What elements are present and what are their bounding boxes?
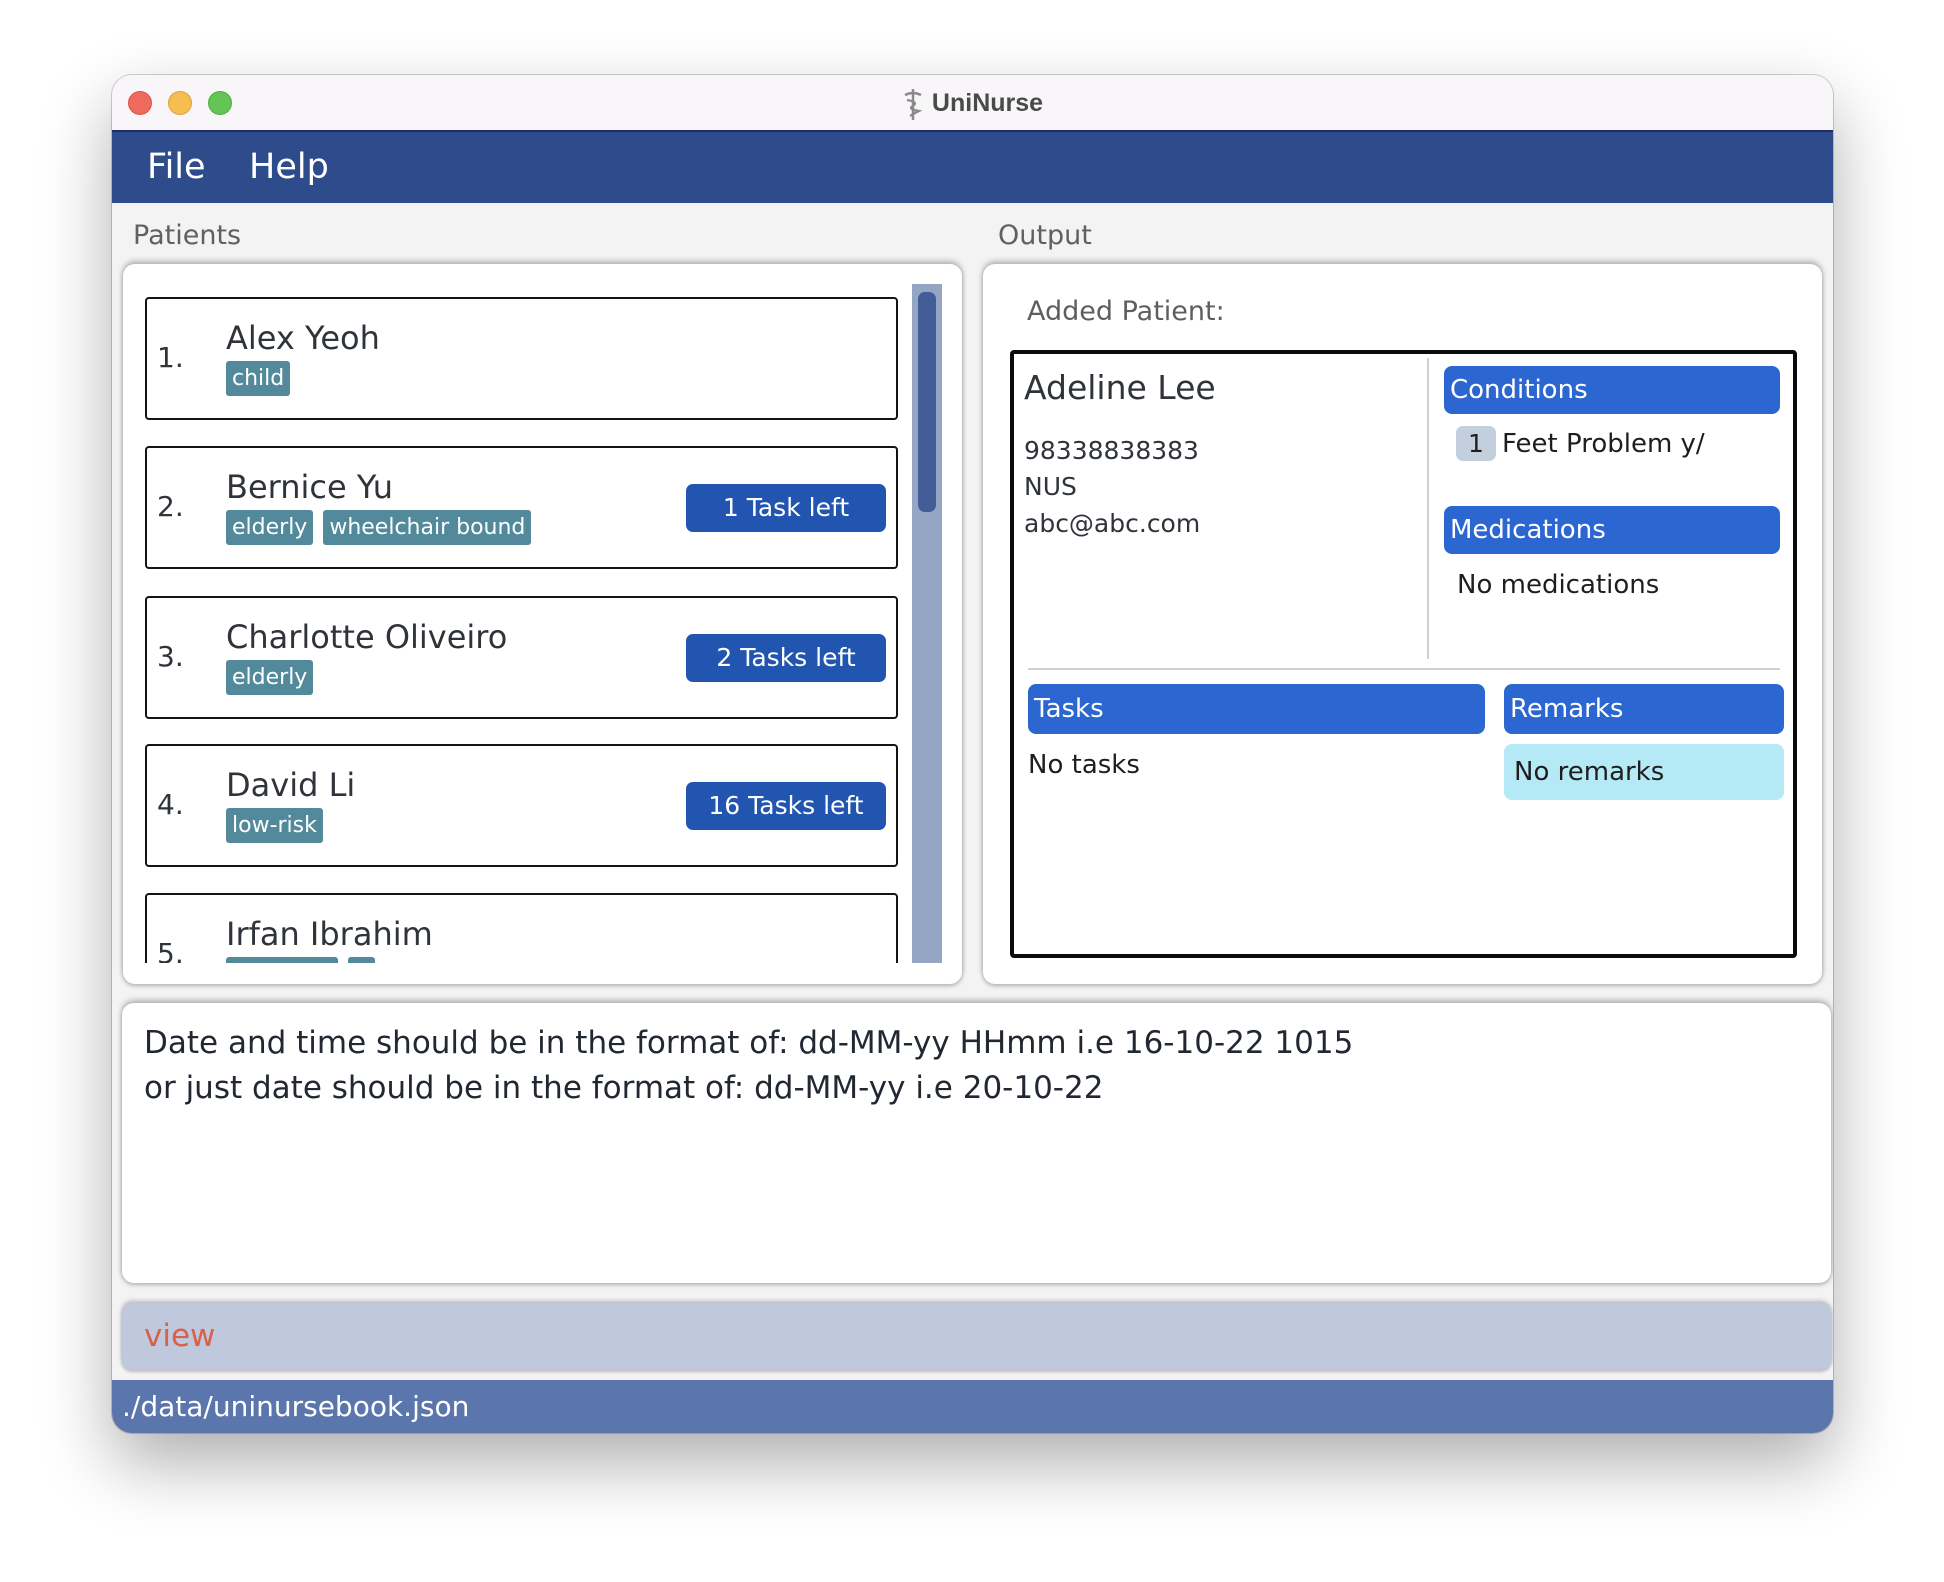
patient-tags: elderly: [226, 660, 314, 695]
patient-name: Irfan Ibrahim: [226, 915, 433, 953]
caduceus-icon: [904, 88, 923, 120]
output-label: Output: [998, 220, 1092, 251]
output-heading: Added Patient:: [1027, 296, 1225, 327]
patient-card[interactable]: 2. Bernice Yu elderly wheelchair bound 1…: [145, 446, 898, 569]
patient-tag: elderly: [226, 510, 314, 545]
tasks-empty: No tasks: [1028, 750, 1140, 780]
patient-card[interactable]: 1. Alex Yeoh child: [145, 297, 898, 420]
patient-tags: elderly wheelchair bound: [226, 510, 532, 545]
patient-tag: elderly: [226, 660, 314, 695]
patient-tag: child: [226, 361, 291, 396]
conditions-header: Conditions: [1444, 366, 1780, 414]
patient-card[interactable]: 3. Charlotte Oliveiro elderly 2 Tasks le…: [145, 596, 898, 719]
remarks-empty: No remarks: [1514, 757, 1665, 787]
patient-address: NUS: [1024, 472, 1077, 501]
condition-index: 1: [1456, 426, 1496, 461]
patient-list-panel: 1. Alex Yeoh child 2. Bernice Yu elderly…: [123, 264, 962, 984]
tasks-left-badge: 2 Tasks left: [686, 634, 886, 682]
patient-tag: low-risk: [226, 808, 323, 843]
remarks-box: No remarks: [1504, 744, 1784, 800]
patient-tag: [226, 957, 338, 963]
result-line: Date and time should be in the format of…: [144, 1025, 1354, 1061]
patient-tags: [226, 957, 375, 963]
output-panel: Added Patient: Adeline Lee 98338838383 N…: [983, 264, 1822, 984]
patient-index: 2.: [157, 490, 184, 523]
horizontal-divider: [1028, 668, 1780, 670]
patient-index: 5.: [157, 937, 184, 963]
patient-detail-name: Adeline Lee: [1024, 368, 1216, 407]
patient-index: 1.: [157, 341, 184, 374]
result-line: or just date should be in the format of:…: [144, 1070, 1104, 1106]
vertical-divider: [1427, 358, 1429, 659]
remarks-header: Remarks: [1504, 684, 1784, 734]
patient-name: Alex Yeoh: [226, 319, 380, 357]
command-input[interactable]: view: [122, 1303, 1831, 1370]
patient-list: 1. Alex Yeoh child 2. Bernice Yu elderly…: [123, 264, 908, 963]
patient-index: 3.: [157, 640, 184, 673]
patients-label: Patients: [133, 220, 242, 251]
patient-tags: low-risk: [226, 808, 323, 843]
status-bar: ./data/uninursebook.json: [112, 1380, 1833, 1433]
condition-text: Feet Problem y/: [1502, 428, 1705, 459]
medications-header: Medications: [1444, 506, 1780, 554]
patient-tags: child: [226, 361, 291, 396]
patient-card[interactable]: 5. Irfan Ibrahim: [145, 893, 898, 963]
patient-phone: 98338838383: [1024, 436, 1199, 465]
app-window: UniNurse File Help Patients Output 1. Al…: [112, 75, 1833, 1433]
window-title-group: UniNurse: [112, 75, 1833, 132]
menu-help[interactable]: Help: [249, 132, 329, 203]
scrollbar-thumb[interactable]: [918, 292, 936, 512]
patient-detail-card: Adeline Lee 98338838383 NUS abc@abc.com …: [1010, 350, 1797, 958]
patient-card[interactable]: 4. David Li low-risk 16 Tasks left: [145, 744, 898, 867]
condition-item: 1 Feet Problem y/: [1456, 426, 1705, 461]
patient-name: Charlotte Oliveiro: [226, 618, 508, 656]
command-text: view: [144, 1318, 216, 1354]
save-file-path: ./data/uninursebook.json: [122, 1390, 470, 1423]
patient-list-scrollbar[interactable]: [912, 284, 942, 963]
medications-empty: No medications: [1457, 570, 1660, 600]
title-bar: UniNurse: [112, 75, 1833, 132]
result-display: Date and time should be in the format of…: [122, 1003, 1831, 1283]
window-title: UniNurse: [931, 89, 1044, 117]
tasks-left-badge: 16 Tasks left: [686, 782, 886, 830]
patient-name: Bernice Yu: [226, 468, 394, 506]
patient-email: abc@abc.com: [1024, 509, 1201, 538]
tasks-left-badge: 1 Task left: [686, 484, 886, 532]
menu-file[interactable]: File: [147, 132, 206, 203]
patient-tag: [348, 957, 375, 963]
tasks-header: Tasks: [1028, 684, 1485, 734]
patient-index: 4.: [157, 788, 184, 821]
patient-name: David Li: [226, 766, 356, 804]
menu-bar: File Help: [112, 132, 1833, 203]
patient-tag: wheelchair bound: [323, 510, 532, 545]
